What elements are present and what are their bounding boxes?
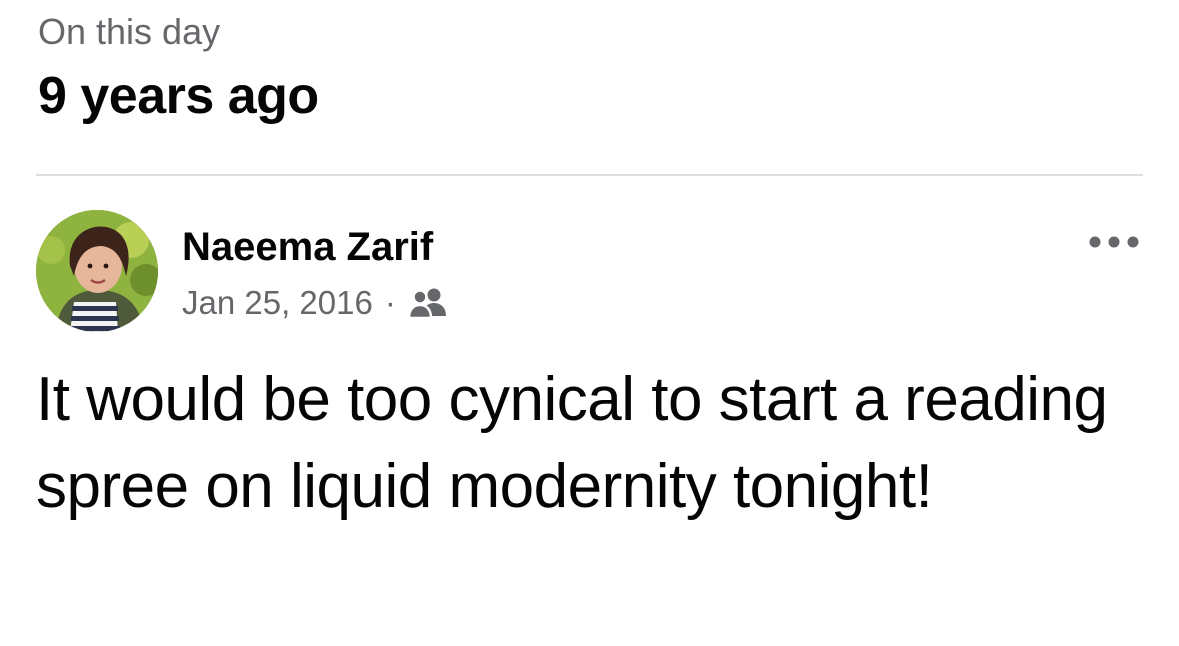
more-dots-icon: [1089, 236, 1139, 248]
meta-separator: ·: [384, 284, 396, 321]
friends-icon[interactable]: [407, 286, 448, 320]
more-options-button[interactable]: [1084, 222, 1144, 262]
section-label: On this day: [38, 11, 221, 52]
post-meta: Jan 25, 2016 ·: [182, 280, 448, 326]
post-text: It would be too cynical to start a readi…: [36, 365, 1108, 521]
section-title: 9 years ago: [38, 67, 319, 125]
divider: [36, 174, 1143, 176]
author-name[interactable]: Naeema Zarif: [182, 222, 433, 272]
post-date[interactable]: Jan 25, 2016: [182, 280, 373, 326]
profile-photo-icon: [36, 210, 158, 332]
avatar[interactable]: [36, 210, 158, 332]
